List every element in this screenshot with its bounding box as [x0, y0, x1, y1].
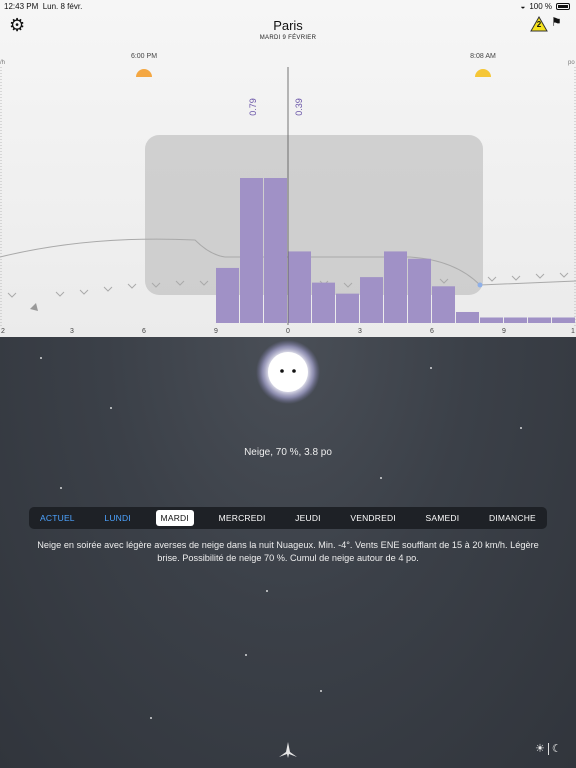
- wind-arrow-marker-left: [30, 303, 38, 311]
- status-date: Lun. 8 févr.: [42, 2, 83, 11]
- x-tick-label: 0: [286, 328, 290, 335]
- tab-dimanche[interactable]: DIMANCHE: [484, 510, 541, 526]
- date-subtitle: MARDI 9 FÉVRIER: [259, 35, 317, 41]
- night-overlay: [145, 135, 483, 295]
- current-point: [477, 282, 483, 288]
- condition-summary: Neige, 70 %, 3.8 po: [244, 447, 332, 458]
- day-night-toggle[interactable]: ☀ ☾: [535, 742, 562, 755]
- star: [320, 690, 322, 692]
- value-label-right: 0.39: [294, 98, 304, 116]
- precip-bar-9: [216, 267, 239, 323]
- precip-bar-5: [408, 258, 431, 323]
- right-unit-label: po: [568, 60, 575, 66]
- precip-bar-10: [240, 178, 263, 323]
- star: [245, 654, 247, 656]
- x-tick-label: 2: [1, 328, 5, 335]
- precip-bar-0: [288, 251, 311, 323]
- sunrise-icon: [475, 69, 491, 77]
- tab-jeudi[interactable]: JEUDI: [290, 510, 326, 526]
- precip-bar-1: [312, 282, 335, 323]
- tab-mercredi[interactable]: MERCREDI: [214, 510, 271, 526]
- wifi-icon: ◒: [520, 2, 526, 11]
- battery-icon: [556, 3, 570, 10]
- precip-bar-3: [360, 277, 383, 323]
- x-tick-label: 9: [214, 328, 218, 335]
- sunset-time: 6:00 PM: [131, 53, 157, 60]
- value-label-left: 0.79: [248, 98, 258, 116]
- status-time: 12:43 PM: [4, 2, 39, 11]
- status-time-date: 12:43 PM Lun. 8 févr.: [4, 2, 82, 11]
- sun-icon[interactable]: ☀: [535, 742, 545, 755]
- tab-samedi[interactable]: SAMEDI: [421, 510, 465, 526]
- x-tick-label: 1: [571, 328, 575, 335]
- sunrise-time: 8:08 AM: [470, 53, 496, 60]
- left-unit-label: /h: [0, 60, 5, 66]
- star: [110, 407, 112, 409]
- toggle-divider: [547, 742, 549, 755]
- precip-bar-11: [264, 178, 287, 323]
- star: [150, 717, 152, 719]
- precip-bar-9: [504, 317, 527, 323]
- precip-bar-11: [552, 317, 575, 323]
- status-right: ◒ 100 %: [520, 2, 570, 11]
- city-title: Paris: [273, 18, 303, 33]
- day-tabs: ACTUEL LUNDI MARDI MERCREDI JEUDI VENDRE…: [29, 507, 547, 529]
- x-tick-label: 3: [70, 328, 74, 335]
- star: [266, 590, 268, 592]
- star: [60, 487, 62, 489]
- precipitation-chart[interactable]: /h po 6:00 PM 8:08 AM 0.79 0.39 2 3 6 9 …: [0, 45, 576, 337]
- star: [430, 367, 432, 369]
- precip-bar-10: [528, 317, 551, 323]
- forecast-text: Neige en soirée avec légère averses de n…: [37, 540, 539, 563]
- precip-bar-6: [432, 286, 455, 323]
- x-axis-ticks: 2 3 6 9 0 3 6 9 1: [1, 328, 575, 335]
- alert-count: 2: [536, 20, 542, 29]
- x-tick-label: 3: [358, 328, 362, 335]
- tab-lundi[interactable]: LUNDI: [99, 510, 136, 526]
- sunset-icon: [136, 69, 152, 77]
- status-bar: 12:43 PM Lun. 8 févr. ◒ 100 %: [0, 0, 576, 12]
- alert-button[interactable]: 2: [530, 15, 548, 32]
- precip-bar-4: [384, 251, 407, 323]
- precip-bar-7: [456, 311, 479, 323]
- snow-cloud-icon: [256, 340, 320, 404]
- star: [520, 427, 522, 429]
- tab-vendredi[interactable]: VENDREDI: [345, 510, 401, 526]
- battery-text: 100 %: [529, 2, 552, 11]
- flag-icon[interactable]: ⚑: [551, 15, 562, 29]
- app-logo-icon[interactable]: [278, 741, 298, 759]
- chart-panel[interactable]: 12:43 PM Lun. 8 févr. ◒ 100 % ⚙ Paris MA…: [0, 0, 576, 337]
- x-tick-label: 6: [430, 328, 434, 335]
- moon-icon[interactable]: ☾: [552, 742, 562, 755]
- x-tick-label: 9: [502, 328, 506, 335]
- x-tick-label: 6: [142, 328, 146, 335]
- tab-actuel[interactable]: ACTUEL: [35, 510, 80, 526]
- precip-bar-2: [336, 293, 359, 323]
- star: [380, 477, 382, 479]
- star: [40, 357, 42, 359]
- tab-mardi[interactable]: MARDI: [155, 510, 194, 526]
- precip-bar-8: [480, 317, 503, 323]
